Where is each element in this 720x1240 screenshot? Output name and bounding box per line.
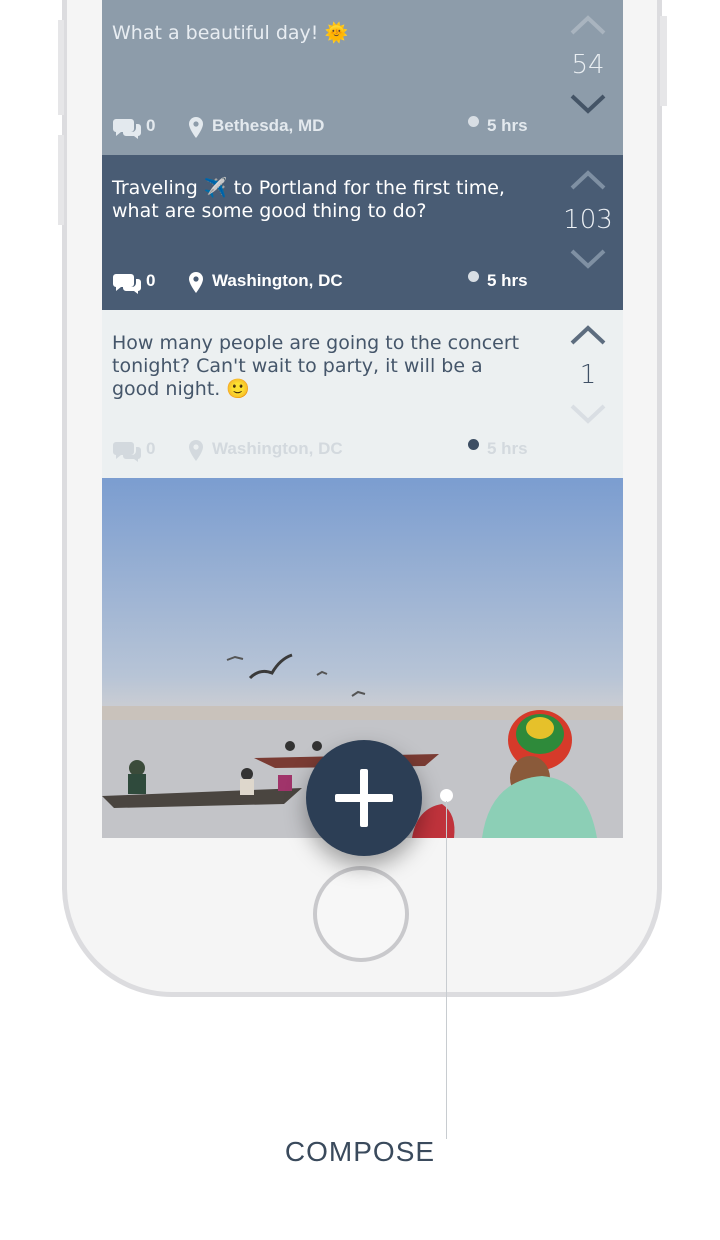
post-time: 5 hrs [487,116,528,135]
post-text: How many people are going to the concert… [112,332,520,400]
volume-button [58,20,64,115]
post-location: Washington, DC [212,439,343,458]
post-time: 5 hrs [487,439,528,458]
status-dot [468,271,479,282]
vote-score: 54 [571,50,605,80]
location-pin-icon [188,116,204,145]
phone-screen: What a beautiful day! 🌞 0 Bethesda, MD 5… [102,0,623,838]
post-meta: 0 Bethesda, MD 5 hrs [112,116,532,139]
downvote-icon[interactable] [569,248,607,270]
callout-label: COMPOSE [284,1136,436,1167]
upvote-icon[interactable] [569,14,607,36]
comment-icon[interactable] [112,116,142,145]
power-button [660,16,667,106]
upvote-icon[interactable] [569,169,607,191]
comment-icon[interactable] [112,439,142,468]
post-meta: 0 Washington, DC 5 hrs [112,271,532,294]
feed-post[interactable]: Traveling ✈️ to Portland for the first t… [102,155,623,310]
post-meta: 0 Washington, DC 5 hrs [112,439,532,462]
vote-score: 103 [563,205,613,235]
comment-count: 0 [146,116,156,135]
vote-score: 1 [579,360,597,390]
feed-post[interactable]: How many people are going to the concert… [102,310,623,478]
downvote-icon[interactable] [569,403,607,425]
comment-icon[interactable] [112,271,142,300]
vote-control: 54 [553,14,623,115]
post-time: 5 hrs [487,271,528,290]
plus-icon [335,769,393,827]
vote-control: 103 [553,169,623,270]
downvote-icon[interactable] [569,93,607,115]
location-pin-icon [188,439,204,468]
comment-count: 0 [146,439,156,458]
post-location: Washington, DC [212,271,343,290]
compose-button[interactable] [306,740,422,856]
status-dot [468,439,479,450]
post-location: Bethesda, MD [212,116,325,135]
status-dot [468,116,479,127]
location-pin-icon [188,271,204,300]
upvote-icon[interactable] [569,324,607,346]
volume-button [58,135,64,225]
vote-control: 1 [553,324,623,425]
post-text: What a beautiful day! 🌞 [112,22,349,44]
post-text: Traveling ✈️ to Portland for the first t… [112,177,505,222]
feed-post[interactable]: What a beautiful day! 🌞 0 Bethesda, MD 5… [102,0,623,155]
callout-line [446,801,447,1139]
home-button[interactable] [313,866,409,962]
comment-count: 0 [146,271,156,290]
